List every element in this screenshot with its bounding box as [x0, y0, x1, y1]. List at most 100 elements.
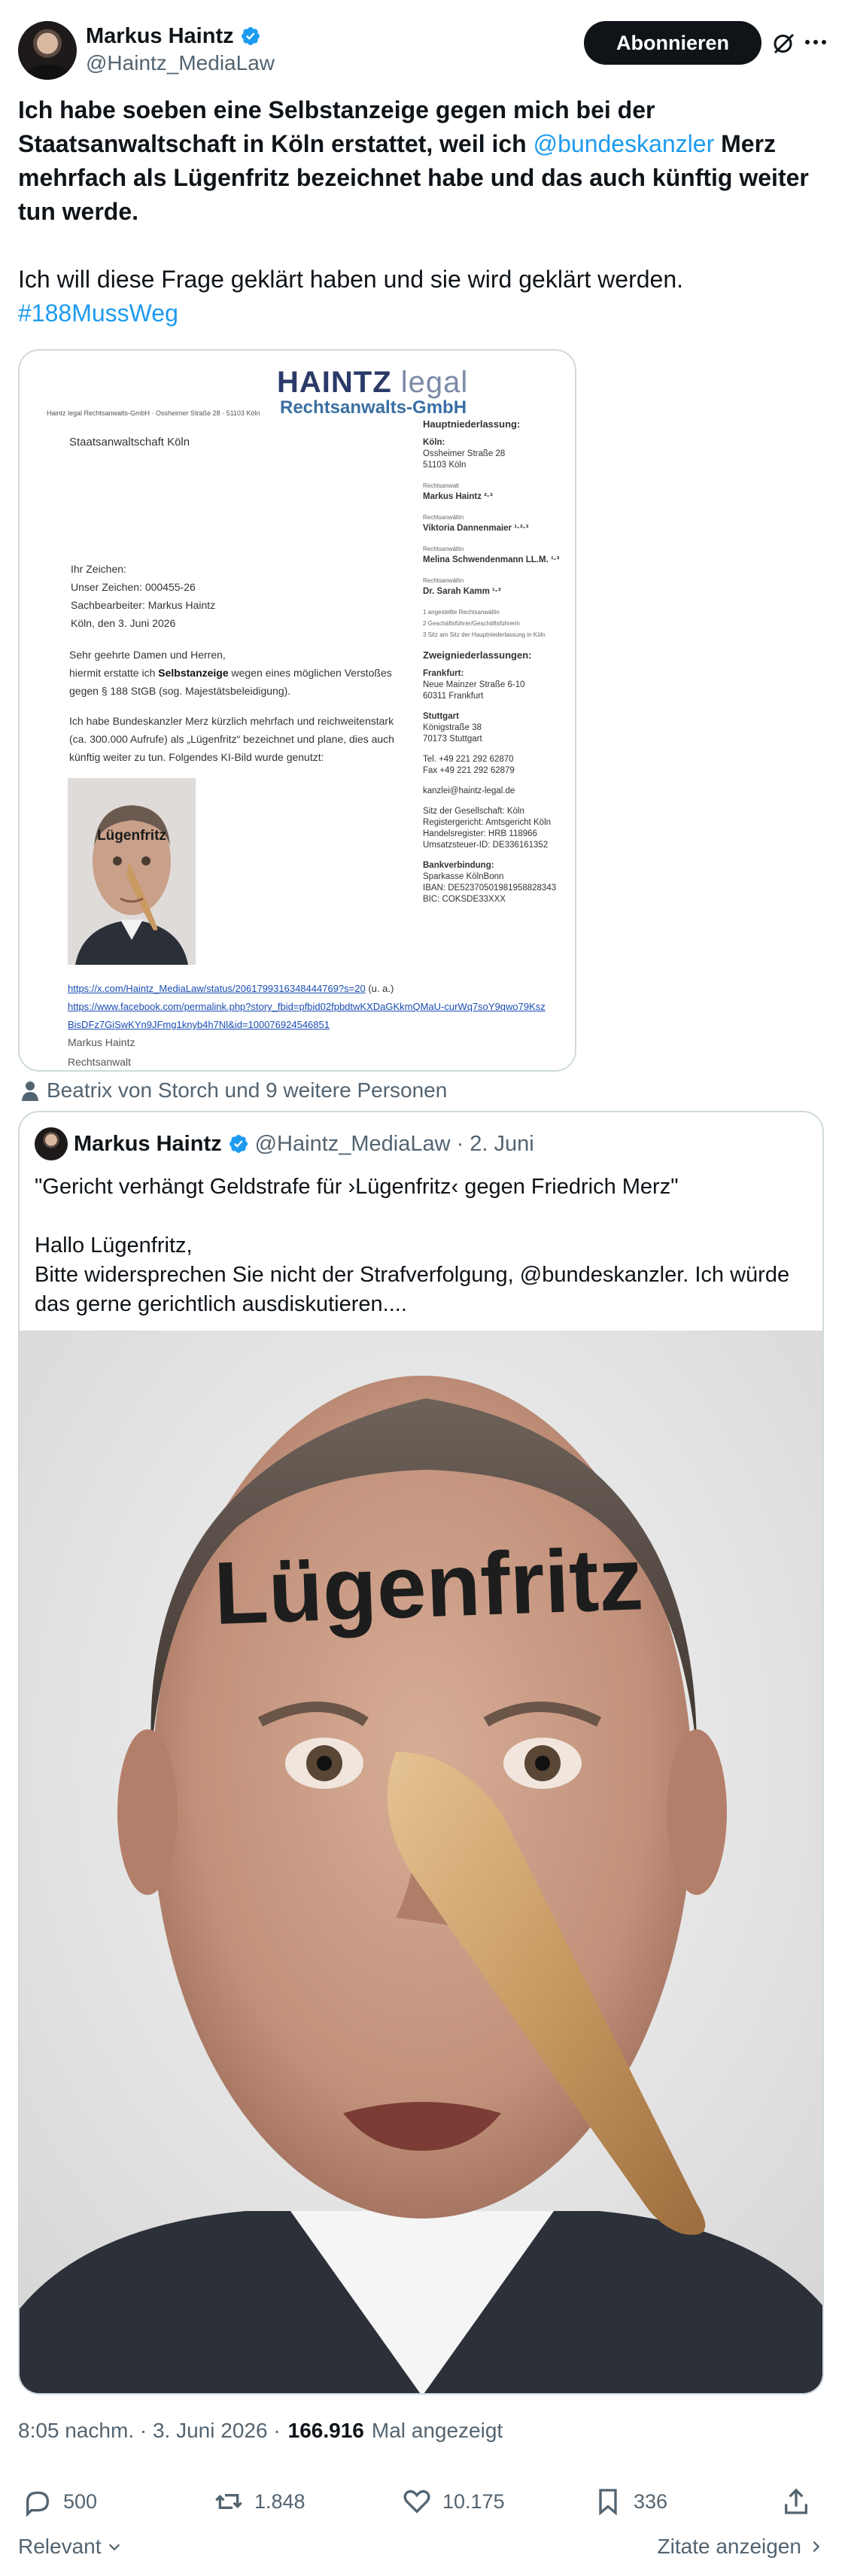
- quoted-verified-badge-icon: [229, 1135, 248, 1153]
- signature-role: Rechtsanwalt: [68, 1056, 132, 1068]
- photo-forehead-text: Lügenfritz: [97, 828, 166, 844]
- ort-datum: Köln, den 3. Juni 2026: [71, 617, 176, 629]
- stuttgart-street: Königstraße 38: [423, 723, 482, 732]
- author-handle[interactable]: @Haintz_MediaLaw: [86, 51, 275, 75]
- sender-line: Haintz legal Rechtsanwalts-GmbH · Osshei…: [47, 409, 260, 417]
- bank-label: Bankverbindung:: [423, 861, 494, 870]
- bic: BIC: COKSDE33XXX: [423, 895, 506, 904]
- register: Registergericht: Amtsgericht Köln: [423, 818, 552, 827]
- quoted-line3: Bitte widersprechen Sie nicht der Strafv…: [35, 1263, 790, 1316]
- lawyer3-name: Melina Schwendenmann LL.M. ¹·³: [423, 555, 560, 564]
- body-p1-bold: Selbstanzeige: [158, 667, 229, 679]
- bank: Sparkasse KölnBonn: [423, 872, 504, 881]
- stuttgart-city: 70173 Stuttgart: [423, 734, 482, 744]
- avatar[interactable]: [18, 21, 77, 80]
- view-count-label: Mal angezeigt: [371, 2419, 503, 2442]
- document-link-x: https://x.com/Haintz_MediaLaw/status/206…: [68, 983, 366, 994]
- reply-count: 500: [63, 2489, 98, 2513]
- quoted-avatar: [35, 1127, 68, 1160]
- sitz: Sitz der Gesellschaft: Köln: [423, 807, 524, 816]
- share-button[interactable]: [781, 2480, 811, 2523]
- sort-dropdown[interactable]: Relevant: [18, 2535, 123, 2559]
- zweigniederlassungen-heading: Zweigniederlassungen:: [423, 649, 532, 661]
- frankfurt-label: Frankfurt:: [423, 669, 464, 678]
- footnote2: 2 Geschäftsführer/Geschäftsführerin: [423, 620, 520, 627]
- follow-button[interactable]: Abonnieren: [584, 21, 761, 65]
- quoted-tweet-text: "Gericht verhängt Geldstrafe für ›Lügenf…: [35, 1172, 810, 1319]
- quoted-line1: "Gericht verhängt Geldstrafe für ›Lügenf…: [35, 1175, 679, 1199]
- heart-icon: [403, 2489, 430, 2514]
- author-display-name[interactable]: Markus Haintz: [86, 24, 234, 49]
- action-bar: 500 1.848 10.175 336: [18, 2480, 824, 2523]
- sachbearbeiter: Sachbearbeiter: Markus Haintz: [71, 599, 216, 611]
- frankfurt-city: 60311 Frankfurt: [423, 692, 484, 701]
- ihr-zeichen: Ihr Zeichen:: [71, 563, 126, 575]
- replies-footer: Relevant Zitate anzeigen: [18, 2535, 824, 2568]
- repost-icon: [215, 2494, 242, 2509]
- lawyer2-role: Rechtsanwältin: [423, 514, 464, 521]
- share-icon: [785, 2488, 807, 2514]
- greeting: Sehr geehrte Damen und Herren,: [69, 649, 226, 661]
- more-options-icon[interactable]: [801, 27, 831, 57]
- stuttgart-label: Stuttgart: [423, 712, 459, 721]
- quoted-tweet-header: Markus Haintz @Haintz_MediaLaw · 2. Juni: [35, 1127, 534, 1160]
- hashtag-link[interactable]: #188MussWeg: [18, 300, 178, 327]
- footnote3: 3 Sitz am Sitz der Hauptniederlassung in…: [423, 631, 546, 638]
- quoted-date: 2. Juni: [470, 1131, 534, 1156]
- document-logo: HAINTZ legal: [277, 366, 468, 400]
- author-name-row: Markus Haintz: [86, 23, 261, 50]
- quoted-tweet-image[interactable]: Lügenfritz: [20, 1331, 822, 2393]
- mention-link[interactable]: @bundeskanzler: [533, 130, 715, 157]
- view-quotes-link[interactable]: Zitate anzeigen: [658, 2535, 824, 2559]
- lawyer3-role: Rechtsanwältin: [423, 546, 464, 552]
- recipient: Staatsanwaltschaft Köln: [69, 436, 190, 449]
- signature-name: Markus Haintz: [68, 1036, 135, 1048]
- person-icon: [22, 1081, 38, 1101]
- email: kanzlei@haintz-legal.de: [423, 786, 515, 795]
- lawyer1-name: Markus Haintz ²·³: [423, 492, 493, 501]
- quoted-handle: @Haintz_MediaLaw: [254, 1131, 451, 1156]
- tagged-people[interactable]: Beatrix von Storch und 9 weitere Persone…: [21, 1078, 447, 1103]
- letter-meta: Ihr Zeichen: Unser Zeichen: 000455-26 Sa…: [71, 560, 215, 632]
- letter-document: HAINTZ legal Rechtsanwalts-GmbH Haintz l…: [32, 357, 566, 1068]
- koeln-street: Ossheimer Straße 28: [423, 449, 506, 458]
- quoted-separator: ·: [456, 1131, 464, 1156]
- document-embedded-photo: Lügenfritz: [68, 778, 196, 965]
- fax: Fax +49 221 292 62879: [423, 766, 515, 775]
- lawyer4-role: Rechtsanwältin: [423, 577, 464, 584]
- tagged-people-label: Beatrix von Storch und 9 weitere Persone…: [47, 1078, 448, 1102]
- sort-label: Relevant: [18, 2535, 102, 2558]
- tweet-header: Markus Haintz @Haintz_MediaLaw Abonniere…: [18, 18, 826, 80]
- bookmark-count: 336: [634, 2489, 668, 2513]
- letter-body: Sehr geehrte Damen und Herren, hiermit e…: [69, 646, 400, 766]
- bookmark-button[interactable]: 336: [593, 2480, 667, 2523]
- quoted-tweet[interactable]: Markus Haintz @Haintz_MediaLaw · 2. Juni…: [18, 1111, 824, 2395]
- iban: IBAN: DE52370501981958828343: [423, 884, 557, 893]
- repost-button[interactable]: 1.848: [214, 2480, 305, 2523]
- like-count: 10.175: [442, 2489, 505, 2513]
- ust-id: Umsatzsteuer-ID: DE336161352: [423, 841, 549, 850]
- view-quotes-label: Zitate anzeigen: [657, 2535, 801, 2558]
- hauptniederlassung-heading: Hauptniederlassung:: [423, 418, 521, 430]
- verified-badge-icon: [241, 27, 260, 45]
- reply-icon: [26, 2491, 50, 2517]
- lawyer2-name: Viktoria Dannenmaier ¹·²·³: [423, 524, 529, 533]
- attached-document-image[interactable]: HAINTZ legal Rechtsanwalts-GmbH Haintz l…: [18, 349, 576, 1072]
- logo-word-haintz: HAINTZ: [277, 366, 392, 399]
- unser-zeichen: Unser Zeichen: 000455-26: [71, 581, 196, 593]
- koeln-city: 51103 Köln: [423, 461, 467, 470]
- frankfurt-street: Neue Mainzer Straße 6-10: [423, 680, 525, 689]
- lawyer4-name: Dr. Sarah Kamm ¹·³: [423, 587, 501, 596]
- tweet-text: Ich habe soeben eine Selbstanzeige gegen…: [18, 93, 824, 330]
- like-button[interactable]: 10.175: [402, 2480, 505, 2523]
- reply-button[interactable]: 500: [23, 2480, 97, 2523]
- tel: Tel. +49 221 292 62870: [423, 755, 514, 764]
- tweet-text-paragraph2: Ich will diese Frage geklärt haben und s…: [18, 266, 684, 293]
- lawyer1-role: Rechtsanwalt: [423, 482, 460, 489]
- document-link1-suffix: (u. a.): [368, 983, 394, 994]
- grok-icon[interactable]: [771, 30, 798, 57]
- document-links: https://x.com/Haintz_MediaLaw/status/206…: [68, 980, 549, 1034]
- body-p2: Ich habe Bundeskanzler Merz kürzlich meh…: [69, 715, 394, 763]
- tweet-timestamp[interactable]: 8:05 nachm. · 3. Juni 2026 ·: [18, 2419, 281, 2443]
- logo-word-legal: legal: [400, 366, 469, 399]
